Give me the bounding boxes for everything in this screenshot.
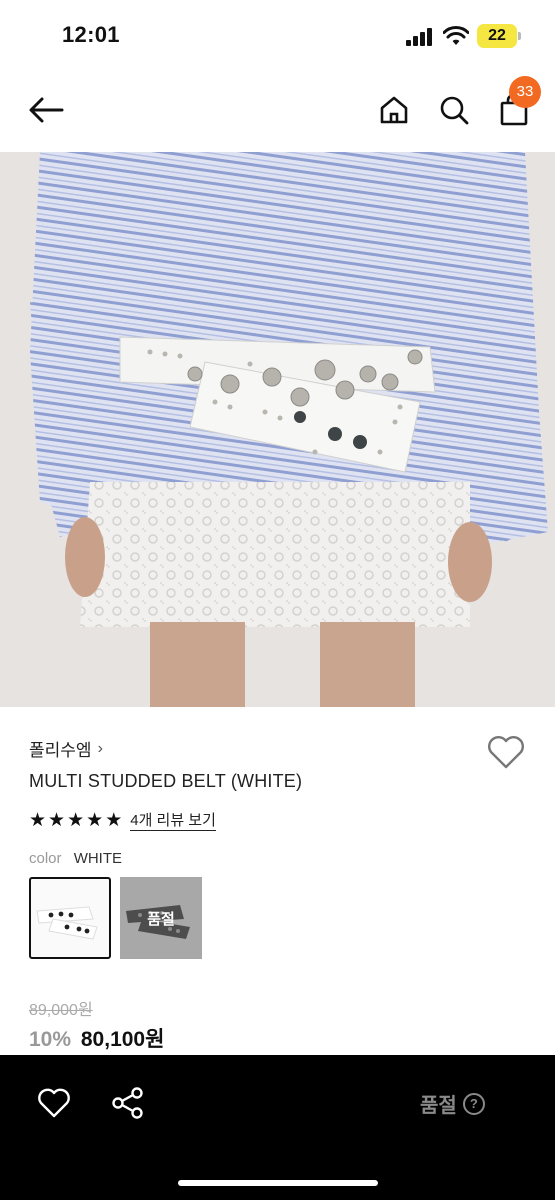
- brand-name: 폴리수엠: [29, 741, 92, 760]
- back-arrow-icon: [29, 97, 64, 123]
- swatch-black[interactable]: 품절: [120, 877, 202, 959]
- home-icon: [380, 96, 408, 124]
- wifi-icon: [443, 26, 469, 45]
- star-icon: ★: [105, 810, 123, 831]
- original-price: 89,000원: [29, 1002, 93, 1019]
- product-name: MULTI STUDDED BELT (WHITE): [29, 771, 303, 791]
- bottom-action-bar: 품절 ?: [0, 1055, 555, 1200]
- search-button[interactable]: [434, 90, 474, 130]
- discount-rate: 10%: [29, 1028, 72, 1051]
- color-label: color: [29, 850, 62, 867]
- review-link[interactable]: 4개 리뷰 보기: [130, 812, 216, 831]
- top-nav-bar: [0, 72, 555, 152]
- rating-stars: ★ ★ ★ ★ ★: [29, 810, 122, 832]
- back-button[interactable]: [24, 90, 68, 130]
- star-icon: ★: [86, 810, 104, 831]
- soldout-button[interactable]: 품절 ?: [420, 1089, 485, 1118]
- soldout-label: 품절: [420, 1095, 457, 1117]
- sale-price: 80,100원: [80, 1028, 165, 1051]
- home-button[interactable]: [374, 90, 414, 130]
- battery-tip: [518, 32, 521, 40]
- color-row: color WHITE: [29, 850, 122, 867]
- star-icon: ★: [48, 810, 66, 831]
- signal-icon: [406, 28, 436, 46]
- color-value: WHITE: [73, 850, 123, 867]
- cart-count-badge: 33: [509, 76, 541, 108]
- brand-link[interactable]: 폴리수엠 ›: [29, 736, 103, 761]
- search-icon: [440, 96, 469, 125]
- swatch-white-thumbnail: [36, 906, 98, 940]
- share-icon[interactable]: [110, 1085, 146, 1121]
- wishlist-heart-icon[interactable]: [486, 734, 526, 770]
- status-time: 12:01: [62, 22, 120, 47]
- star-icon: ★: [29, 810, 47, 831]
- status-bar: 12:01 22: [0, 0, 555, 72]
- home-indicator: [178, 1180, 378, 1186]
- chevron-right-icon: ›: [97, 739, 103, 757]
- swatch-white[interactable]: [29, 877, 111, 959]
- price-row: 10% 80,100원: [29, 1023, 164, 1053]
- star-icon: ★: [67, 810, 85, 831]
- soldout-overlay: 품절: [120, 877, 202, 959]
- heart-icon[interactable]: [36, 1085, 72, 1121]
- battery-icon: 22: [477, 24, 517, 48]
- product-photo: [0, 152, 555, 707]
- help-icon[interactable]: ?: [462, 1092, 485, 1115]
- product-image[interactable]: [0, 152, 555, 707]
- rating-row: ★ ★ ★ ★ ★ 4개 리뷰 보기: [29, 810, 216, 832]
